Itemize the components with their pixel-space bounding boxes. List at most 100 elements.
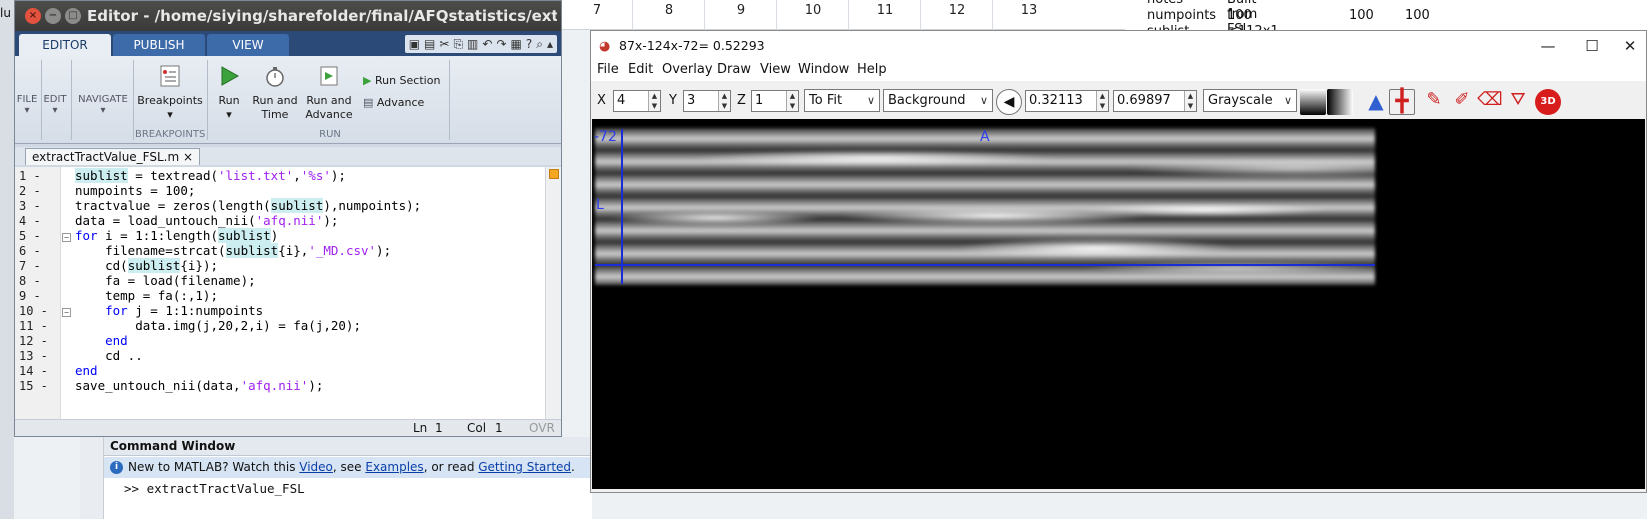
redo-icon[interactable]: ↷ <box>496 35 506 53</box>
close-tab-icon[interactable]: × <box>183 150 193 164</box>
search-icon[interactable]: ⌕ <box>536 35 543 53</box>
paste-icon[interactable]: ▥ <box>467 35 478 53</box>
file-tab[interactable]: extractTractValue_FSL.m × <box>25 148 201 165</box>
ribbon-divider <box>71 60 72 140</box>
help-icon[interactable]: ? <box>526 35 532 53</box>
spin-arrows-icon[interactable]: ▲ ▼ <box>1096 91 1108 111</box>
menu-overlay[interactable]: Overlay <box>662 62 713 77</box>
column-header[interactable]: 11 <box>850 3 920 18</box>
close-icon[interactable]: ✕ <box>1613 34 1647 58</box>
getting-started-link[interactable]: Getting Started <box>478 460 571 474</box>
switch-windows-icon[interactable]: ▦ <box>511 35 522 53</box>
chevron-down-icon: ▾ <box>167 108 173 121</box>
expand-icon[interactable]: ▴ <box>547 35 553 53</box>
stopwatch-icon <box>266 67 284 87</box>
image-canvas[interactable]: -72 A L <box>592 119 1645 489</box>
edit-menu[interactable]: EDIT ▾ <box>43 94 67 116</box>
info-bar: i New to MATLAB? Watch this Video, see E… <box>104 457 592 478</box>
command-window[interactable]: Command Window i New to MATLAB? Watch th… <box>104 437 592 519</box>
tab-view[interactable]: VIEW <box>207 34 289 56</box>
menu-view[interactable]: View <box>760 62 791 77</box>
gradient-icon[interactable] <box>1327 89 1353 115</box>
run-group-label: RUN <box>319 129 341 140</box>
spin-arrows-icon[interactable]: ▲ ▼ <box>1184 91 1196 111</box>
column-header[interactable]: 9 <box>706 3 776 18</box>
viewer-title-bar[interactable]: ◕ 87x-124x-72= 0.52293 — ☐ ✕ <box>591 31 1646 61</box>
code-token: ); <box>308 378 324 393</box>
examples-link[interactable]: Examples <box>365 460 423 474</box>
column-header[interactable]: 13 <box>994 3 1064 18</box>
menu-edit[interactable]: Edit <box>628 62 653 77</box>
code-analyzer-indicator[interactable] <box>549 169 559 179</box>
copy-icon[interactable]: ⎘ <box>453 35 463 53</box>
file-menu[interactable]: FILE ▾ <box>15 94 39 116</box>
min-intensity-input[interactable]: 0.32113 ▲ ▼ <box>1025 90 1109 112</box>
column-header[interactable]: 12 <box>922 3 992 18</box>
new-icon[interactable]: ▣ <box>409 35 420 53</box>
video-link[interactable]: Video <box>299 460 333 474</box>
minimize-icon[interactable]: − <box>45 8 61 24</box>
crosshair-icon[interactable]: ╋ <box>1389 89 1415 115</box>
layer-nav-icon[interactable]: ◀ <box>996 89 1022 115</box>
spin-arrows-icon[interactable]: ▲ ▼ <box>718 91 730 111</box>
workspace-row[interactable]: numpoints 100 100 100 <box>1147 8 1430 23</box>
fill-icon[interactable]: ⛛ <box>1505 89 1531 115</box>
run-button[interactable]: Run ▾ <box>211 64 247 122</box>
z-coordinate-input[interactable]: 1 ▲ ▼ <box>751 90 799 112</box>
y-coordinate-input[interactable]: 3 ▲ ▼ <box>683 90 731 112</box>
code-editor[interactable]: 1 - 2 - 3 - 4 - 5 - 6 - 7 - 8 - 9 - 10 -… <box>15 167 545 419</box>
navigate-menu[interactable]: NAVIGATE ▾ <box>75 94 131 116</box>
pen-draw-icon[interactable]: ✎ <box>1421 89 1447 115</box>
menu-help[interactable]: Help <box>857 62 887 77</box>
maximize-icon[interactable]: □ <box>65 8 81 24</box>
ribbon: FILE ▾ EDIT ▾ NAVIGATE ▾ Breakpoints ▾ BREAK… <box>15 56 561 144</box>
command-input[interactable]: >> extractTractValue_FSL <box>124 481 305 496</box>
close-icon[interactable]: × <box>25 8 41 24</box>
command-window-header: Command Window <box>104 437 592 456</box>
column-header[interactable]: 8 <box>634 3 704 18</box>
fold-toggle-icon[interactable]: − <box>62 308 71 317</box>
editor-scrollbar[interactable] <box>545 167 561 419</box>
command-prompt[interactable]: >> extractTractValue_FSL <box>104 479 592 499</box>
maximize-icon[interactable]: ☐ <box>1575 34 1609 58</box>
column-header[interactable]: 7 <box>562 3 632 18</box>
chevron-down-icon: ▾ <box>24 105 30 116</box>
colorbar-icon[interactable] <box>1300 89 1326 115</box>
x-coordinate-input[interactable]: 4 ▲ ▼ <box>613 90 661 112</box>
tab-publish[interactable]: PUBLISH <box>113 34 205 56</box>
max-intensity-input[interactable]: 0.69897 ▲ ▼ <box>1113 90 1197 112</box>
workspace-row[interactable]: notes Built from FSL da... <box>1147 0 1257 52</box>
eraser-icon[interactable]: ⌫ <box>1477 89 1503 115</box>
spin-arrows-icon[interactable]: ▲ ▼ <box>648 91 660 111</box>
image-viewer-window: ◕ 87x-124x-72= 0.52293 — ☐ ✕ File Edit O… <box>590 30 1647 493</box>
tab-editor[interactable]: EDITOR <box>19 34 111 56</box>
advance-button[interactable]: ▤ Advance <box>363 96 445 110</box>
zoom-select[interactable]: To Fit ∨ <box>804 89 880 112</box>
menu-window[interactable]: Window <box>798 62 849 77</box>
run-and-advance-button[interactable]: Run and Advance <box>305 64 353 122</box>
pen-fill-icon[interactable]: ✐ <box>1449 89 1475 115</box>
editor-title-bar[interactable]: × − □ Editor - /home/siying/sharefolder/… <box>15 1 561 31</box>
code-string: 'afq.nii' <box>240 378 309 393</box>
minimize-icon[interactable]: — <box>1531 34 1565 58</box>
run-section-button[interactable]: ▶ Run Section <box>363 74 445 88</box>
background-window-edge: lu <box>0 0 14 519</box>
menu-draw[interactable]: Draw <box>717 62 751 77</box>
breakpoints-button[interactable]: Breakpoints ▾ <box>135 64 205 122</box>
cut-icon[interactable]: ✂ <box>439 35 449 53</box>
undo-icon[interactable]: ↶ <box>482 35 492 53</box>
spin-arrows-icon[interactable]: ▲ ▼ <box>786 91 798 111</box>
run-and-time-button[interactable]: Run and Time <box>251 64 299 122</box>
fold-toggle-icon[interactable]: − <box>62 233 71 242</box>
colormap-select[interactable]: Grayscale ∨ <box>1203 89 1297 112</box>
line-number: 1 - <box>19 169 41 183</box>
variable-min: 100 <box>1349 8 1374 23</box>
save-icon[interactable]: ▤ <box>424 35 435 53</box>
flask-icon[interactable]: ▲ <box>1363 89 1389 115</box>
code-string: '_MD.csv' <box>308 243 377 258</box>
render-3d-icon[interactable]: 3D <box>1535 89 1561 115</box>
column-header[interactable]: 10 <box>778 3 848 18</box>
layer-select[interactable]: Background ∨ <box>883 89 993 112</box>
column-divider <box>632 0 633 30</box>
menu-file[interactable]: File <box>597 62 619 77</box>
